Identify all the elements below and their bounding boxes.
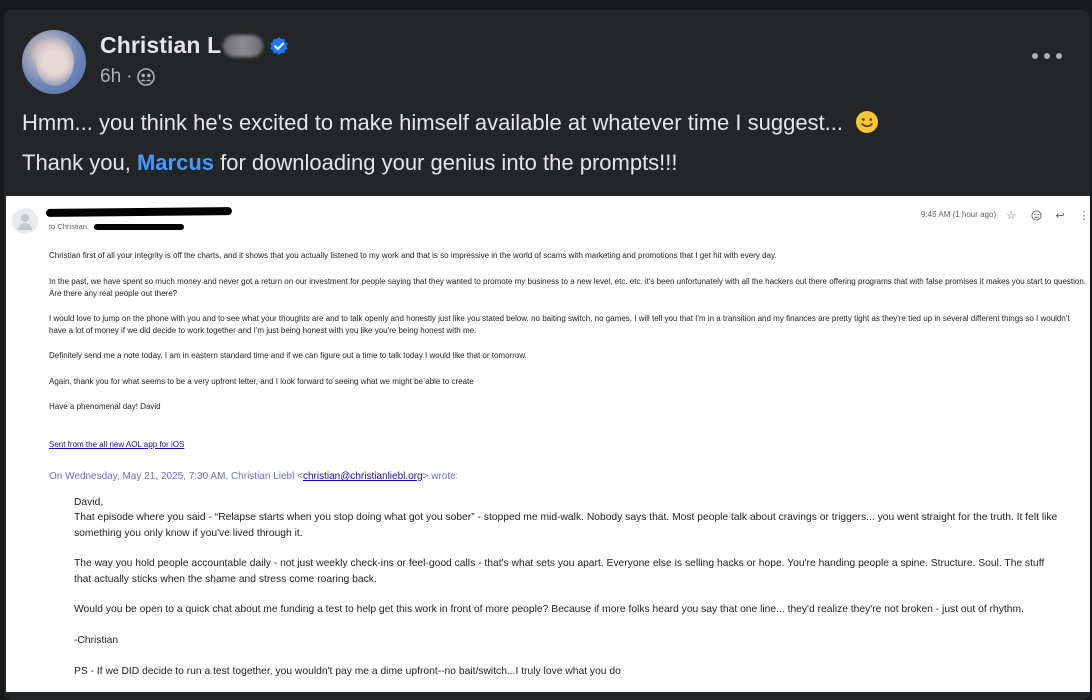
quote-paragraph: The way you hold people accountable dail… [74,558,1045,585]
email-screenshot-image: to Christian, 9:45 AM (1 hour ago) ☆ ↩ ⋮… [6,196,1090,692]
quote-email-link: christian@christianliebl.org [302,471,423,482]
post-text-line2: Thank you, Marcus for downloading your g… [22,150,678,176]
email-paragraph: Again, thank you for what seems to be a … [49,377,474,386]
email-to-text: to Christian, [49,222,90,231]
quote-header: On Wednesday, May 21, 2025, 7:30 AM, Chr… [49,471,458,482]
star-icon: ☆ [1006,209,1016,222]
aol-signature-link: Sent from the all new AOL app for iOS [49,440,185,449]
redaction-bar [45,207,233,217]
post-timestamp[interactable]: 6h [100,66,121,88]
quote-paragraph: That episode where you said - “Relapse s… [74,512,1058,539]
email-paragraph: In the past, we have spent so much money… [49,277,1087,298]
more-options-button[interactable] [1032,50,1062,62]
quote-paragraph: -Christian [74,635,119,646]
verified-badge-icon [270,36,288,55]
sender-avatar-icon [12,208,38,234]
emoji-react-icon [1029,208,1043,222]
quote-header-after: > wrote: [422,471,459,482]
post-text-line1: Hmm... you think he's excited to make hi… [22,110,879,136]
author-name[interactable]: Christian L [100,32,221,59]
post-line2-after: for downloading your genius into the pro… [220,150,678,175]
email-paragraph: Christian first of all your integrity is… [49,251,777,260]
author-row: Christian L [100,32,289,59]
email-paragraph: Definitely send me a note today. I am in… [49,351,527,360]
name-blur [223,34,264,57]
post-meta: 6h · [100,66,156,88]
post-card: Christian L 6h · Hmm... you think he's e… [4,10,1090,700]
reply-icon: ↩ [1055,209,1065,222]
quote-paragraph: David, [74,497,104,508]
post-line1-text: Hmm... you think he's excited to make hi… [22,110,844,135]
post-line2-before: Thank you, [22,150,131,175]
meta-separator: · [126,66,133,87]
email-time: 9:45 AM (1 hour ago) [921,210,997,219]
avatar[interactable] [22,30,86,94]
smiley-emoji-icon [856,111,879,133]
friends-icon[interactable] [137,68,156,86]
quote-paragraph: PS - If we DID decide to run a test toge… [74,666,621,677]
redaction-bar [94,224,184,230]
more-vertical-icon: ⋮ [1078,209,1090,222]
email-paragraph: I would love to jump on the phone with y… [49,314,1070,335]
quote-paragraph: Would you be open to a quick chat about … [74,604,1024,615]
quote-header-before: On Wednesday, May 21, 2025, 7:30 AM, Chr… [49,471,303,482]
mention-link[interactable]: Marcus [137,150,214,175]
email-paragraph: Have a phenomenal day! David [49,402,161,411]
email-to-line: to Christian, [49,222,89,231]
